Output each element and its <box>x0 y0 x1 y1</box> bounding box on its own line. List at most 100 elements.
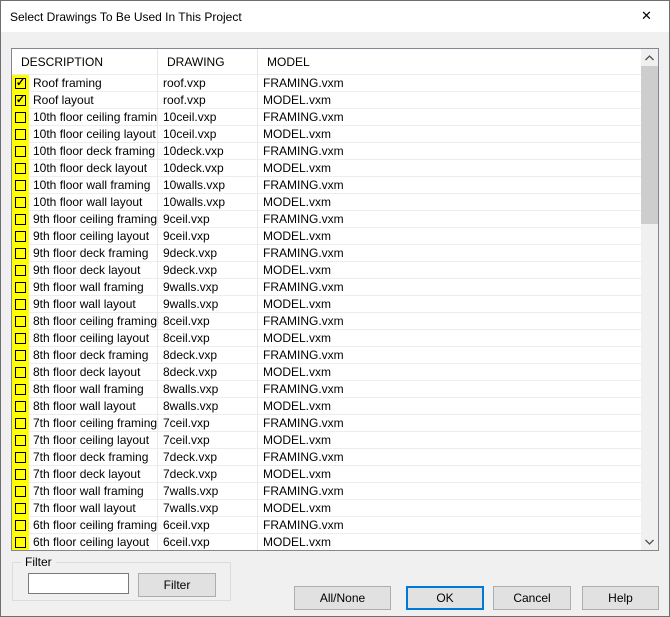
row-checkbox[interactable] <box>12 228 29 245</box>
row-checkbox[interactable] <box>12 194 29 211</box>
row-model: FRAMING.vxm <box>258 381 641 398</box>
row-checkbox[interactable] <box>12 211 29 228</box>
table-row[interactable]: 8th floor ceiling framing8ceil.vxpFRAMIN… <box>12 313 641 330</box>
row-description: 8th floor wall framing <box>29 381 158 398</box>
row-model: MODEL.vxm <box>258 92 641 109</box>
row-checkbox[interactable] <box>12 313 29 330</box>
row-checkbox[interactable] <box>12 347 29 364</box>
table-row[interactable]: 10th floor deck layout10deck.vxpMODEL.vx… <box>12 160 641 177</box>
row-drawing: roof.vxp <box>158 92 258 109</box>
checkbox-icon <box>15 418 26 429</box>
row-checkbox[interactable] <box>12 177 29 194</box>
row-checkbox[interactable] <box>12 160 29 177</box>
table-row[interactable]: 8th floor wall framing8walls.vxpFRAMING.… <box>12 381 641 398</box>
row-checkbox[interactable] <box>12 466 29 483</box>
row-checkbox[interactable] <box>12 432 29 449</box>
table-row[interactable]: 9th floor wall framing9walls.vxpFRAMING.… <box>12 279 641 296</box>
row-checkbox[interactable] <box>12 500 29 517</box>
table-row[interactable]: 9th floor deck framing9deck.vxpFRAMING.v… <box>12 245 641 262</box>
row-drawing: 9ceil.vxp <box>158 211 258 228</box>
ok-button[interactable]: OK <box>406 586 484 610</box>
dialog-window: Select Drawings To Be Used In This Proje… <box>0 0 670 617</box>
table-row[interactable]: ✓Roof layoutroof.vxpMODEL.vxm <box>12 92 641 109</box>
row-model: FRAMING.vxm <box>258 279 641 296</box>
row-checkbox[interactable] <box>12 364 29 381</box>
row-description: 8th floor ceiling layout <box>29 330 158 347</box>
row-checkbox[interactable] <box>12 398 29 415</box>
table-row[interactable]: 10th floor wall layout10walls.vxpMODEL.v… <box>12 194 641 211</box>
table-row[interactable]: 10th floor wall framing10walls.vxpFRAMIN… <box>12 177 641 194</box>
table-row[interactable]: 8th floor ceiling layout8ceil.vxpMODEL.v… <box>12 330 641 347</box>
row-checkbox[interactable] <box>12 262 29 279</box>
scroll-up-button[interactable] <box>641 49 658 66</box>
close-button[interactable]: ✕ <box>624 1 669 31</box>
row-checkbox[interactable] <box>12 381 29 398</box>
listview-header: DESCRIPTION DRAWING MODEL <box>12 49 641 75</box>
filter-button[interactable]: Filter <box>138 573 216 597</box>
row-checkbox[interactable] <box>12 109 29 126</box>
vertical-scrollbar[interactable] <box>641 49 658 550</box>
row-checkbox[interactable] <box>12 245 29 262</box>
row-description: 7th floor wall layout <box>29 500 158 517</box>
table-row[interactable]: 7th floor deck framing7deck.vxpFRAMING.v… <box>12 449 641 466</box>
table-row[interactable]: 9th floor ceiling layout9ceil.vxpMODEL.v… <box>12 228 641 245</box>
table-row[interactable]: 7th floor wall framing7walls.vxpFRAMING.… <box>12 483 641 500</box>
row-checkbox[interactable] <box>12 517 29 534</box>
header-cell-model[interactable]: MODEL <box>258 49 641 74</box>
table-row[interactable]: 10th floor ceiling layout10ceil.vxpMODEL… <box>12 126 641 143</box>
scroll-thumb[interactable] <box>641 66 658 224</box>
table-row[interactable]: 10th floor deck framing10deck.vxpFRAMING… <box>12 143 641 160</box>
table-row[interactable]: 8th floor wall layout8walls.vxpMODEL.vxm <box>12 398 641 415</box>
help-button[interactable]: Help <box>582 586 659 610</box>
row-model: FRAMING.vxm <box>258 245 641 262</box>
table-row[interactable]: 6th floor ceiling layout6ceil.vxpMODEL.v… <box>12 534 641 550</box>
row-checkbox[interactable] <box>12 415 29 432</box>
row-checkbox[interactable] <box>12 449 29 466</box>
table-row[interactable]: 9th floor ceiling framing9ceil.vxpFRAMIN… <box>12 211 641 228</box>
checkbox-icon <box>15 486 26 497</box>
cancel-button[interactable]: Cancel <box>493 586 571 610</box>
row-checkbox[interactable] <box>12 296 29 313</box>
header-cell-description[interactable]: DESCRIPTION <box>12 49 158 74</box>
row-checkbox-checked[interactable]: ✓ <box>12 92 29 109</box>
row-description: 9th floor ceiling layout <box>29 228 158 245</box>
row-checkbox[interactable] <box>12 126 29 143</box>
row-drawing: 10ceil.vxp <box>158 126 258 143</box>
row-drawing: 7walls.vxp <box>158 500 258 517</box>
row-model: MODEL.vxm <box>258 262 641 279</box>
row-description: 7th floor deck layout <box>29 466 158 483</box>
row-model: MODEL.vxm <box>258 160 641 177</box>
row-checkbox[interactable] <box>12 534 29 550</box>
chevron-down-icon <box>645 539 654 545</box>
table-row[interactable]: 9th floor deck layout9deck.vxpMODEL.vxm <box>12 262 641 279</box>
checkbox-icon <box>15 146 26 157</box>
table-row[interactable]: 9th floor wall layout9walls.vxpMODEL.vxm <box>12 296 641 313</box>
all-none-button[interactable]: All/None <box>294 586 391 610</box>
row-drawing: 8walls.vxp <box>158 398 258 415</box>
row-drawing: 7deck.vxp <box>158 449 258 466</box>
table-row[interactable]: 7th floor wall layout7walls.vxpMODEL.vxm <box>12 500 641 517</box>
row-description: 9th floor deck framing <box>29 245 158 262</box>
row-checkbox[interactable] <box>12 483 29 500</box>
row-drawing: 8ceil.vxp <box>158 313 258 330</box>
table-row[interactable]: 8th floor deck layout8deck.vxpMODEL.vxm <box>12 364 641 381</box>
header-cell-drawing[interactable]: DRAWING <box>158 49 258 74</box>
row-checkbox[interactable] <box>12 143 29 160</box>
table-row[interactable]: 7th floor ceiling layout7ceil.vxpMODEL.v… <box>12 432 641 449</box>
scroll-down-button[interactable] <box>641 533 658 550</box>
row-drawing: 10deck.vxp <box>158 160 258 177</box>
filter-input[interactable] <box>28 573 129 594</box>
row-description: 7th floor ceiling framing <box>29 415 158 432</box>
row-checkbox[interactable] <box>12 279 29 296</box>
table-row[interactable]: 7th floor ceiling framing7ceil.vxpFRAMIN… <box>12 415 641 432</box>
row-description: 10th floor deck layout <box>29 160 158 177</box>
table-row[interactable]: 7th floor deck layout7deck.vxpMODEL.vxm <box>12 466 641 483</box>
table-body: ✓Roof framingroof.vxpFRAMING.vxm✓Roof la… <box>12 75 641 550</box>
checkbox-icon: ✓ <box>15 95 26 106</box>
row-checkbox-checked[interactable]: ✓ <box>12 75 29 92</box>
row-checkbox[interactable] <box>12 330 29 347</box>
table-row[interactable]: 10th floor ceiling framing10ceil.vxpFRAM… <box>12 109 641 126</box>
table-row[interactable]: 8th floor deck framing8deck.vxpFRAMING.v… <box>12 347 641 364</box>
table-row[interactable]: 6th floor ceiling framing6ceil.vxpFRAMIN… <box>12 517 641 534</box>
table-row[interactable]: ✓Roof framingroof.vxpFRAMING.vxm <box>12 75 641 92</box>
